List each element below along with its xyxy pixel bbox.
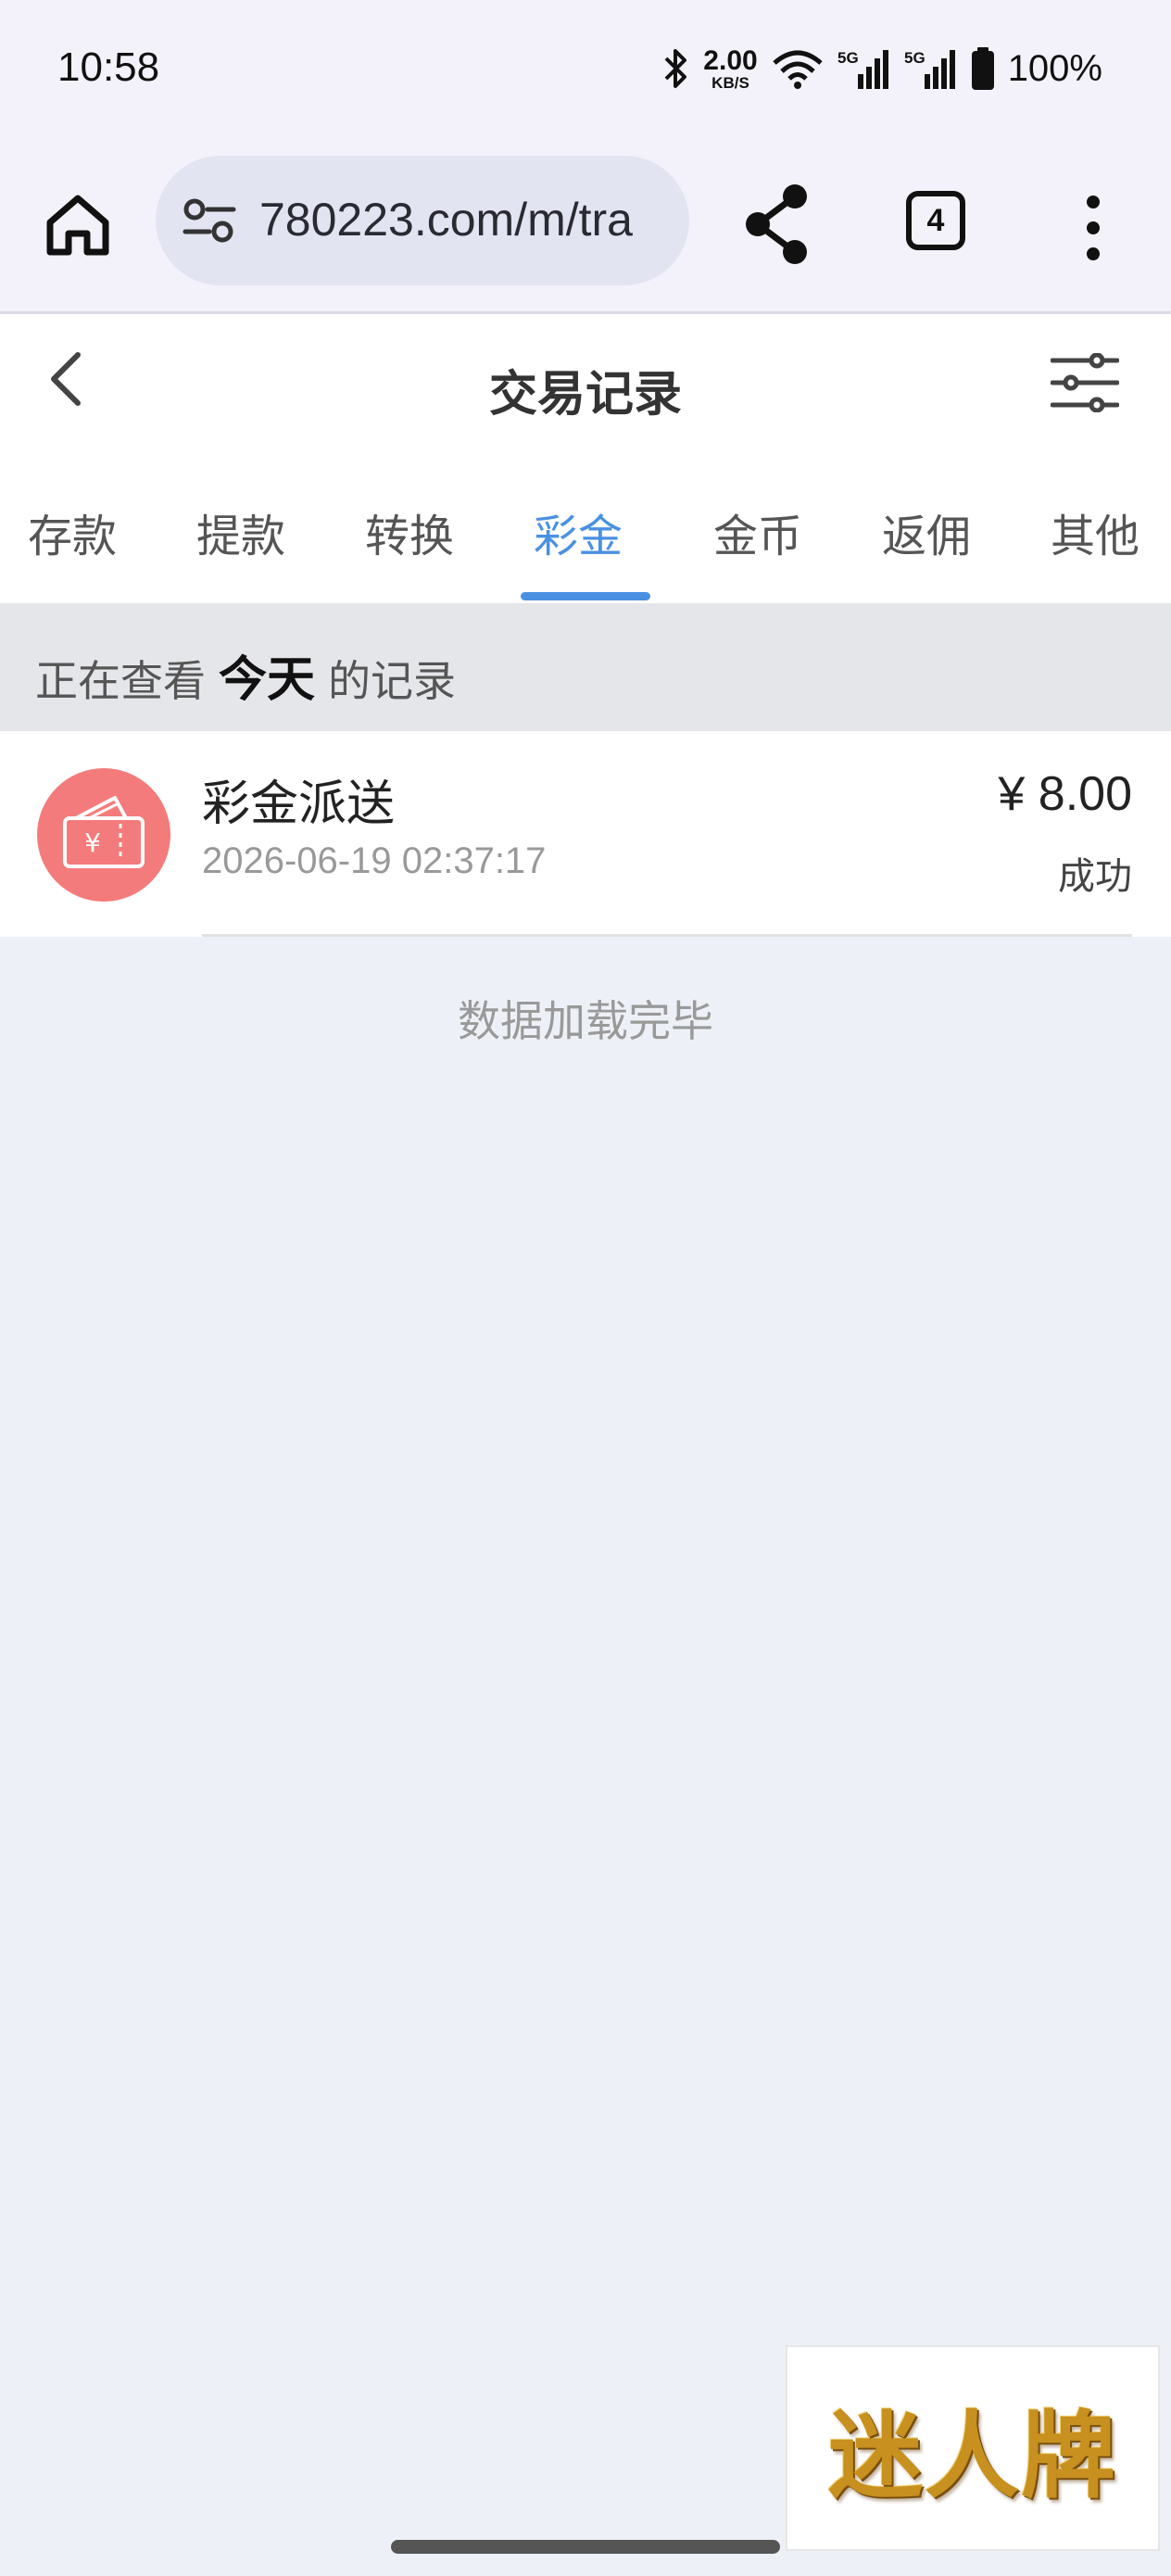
home-icon[interactable]: [41, 187, 115, 261]
wifi-icon: [773, 50, 823, 89]
active-tab-indicator: [521, 592, 650, 600]
load-complete-text: 数据加载完毕: [458, 996, 713, 1046]
share-icon[interactable]: [741, 180, 812, 269]
tab-deposit[interactable]: 存款: [28, 499, 117, 564]
page-title: 交易记录: [488, 367, 682, 423]
record-time: 2026-06-19 02:37:17: [202, 840, 547, 881]
battery-percent: 100%: [1007, 47, 1102, 89]
record-amount: ¥ 8.00: [998, 767, 1132, 821]
tab-rebate[interactable]: 返佣: [882, 499, 971, 564]
tab-bonus[interactable]: 彩金: [534, 499, 623, 564]
watermark-text: 迷人牌: [828, 2400, 1117, 2512]
tab-coins[interactable]: 金币: [713, 499, 802, 564]
network-speed: 2.00 KB/S: [703, 44, 758, 92]
list-item[interactable]: ¥ 彩金派送 2026-06-19 02:37:17 ¥ 8.00 成功: [0, 731, 1171, 937]
page-header: 交易记录: [0, 314, 1171, 444]
gesture-bar[interactable]: [391, 2540, 780, 2554]
status-time: 10:58: [57, 44, 160, 90]
browser-toolbar: 780223.com/m/tra 4: [0, 139, 1171, 314]
url-text[interactable]: 780223.com/m/tra: [259, 193, 669, 246]
site-settings-icon[interactable]: [182, 196, 237, 245]
divider: [202, 934, 1132, 937]
svg-text:5G: 5G: [837, 49, 859, 67]
svg-text:¥: ¥: [84, 827, 101, 858]
tab-switcher-button[interactable]: 4: [906, 191, 965, 250]
status-icons: 2.00 KB/S 5G 5G 100%: [662, 41, 1102, 96]
tab-transfer[interactable]: 转换: [365, 499, 454, 564]
tab-other[interactable]: 其他: [1051, 499, 1140, 564]
more-menu-icon[interactable]: [1071, 191, 1115, 265]
tab-withdraw[interactable]: 提款: [196, 499, 285, 564]
red-envelope-icon: ¥: [37, 768, 170, 902]
address-bar[interactable]: 780223.com/m/tra: [156, 156, 689, 285]
category-tabs: 存款 提款 转换 彩金 金币 返佣 其他: [0, 444, 1171, 603]
signal-icon: 5G: [837, 49, 888, 89]
bluetooth-icon: [664, 49, 687, 88]
signal-icon: 5G: [904, 49, 955, 89]
filter-icon[interactable]: [1051, 353, 1119, 412]
svg-text:5G: 5G: [904, 49, 925, 67]
viewing-period-bar: 正在查看 今天 的记录: [0, 603, 1171, 731]
status-bar: 10:58 2.00 KB/S 5G 5G 100%: [0, 0, 1171, 139]
record-title: 彩金派送: [202, 777, 396, 832]
battery-icon: [971, 47, 994, 90]
watermark: 迷人牌: [786, 2345, 1160, 2551]
viewing-period-value: 今天: [219, 652, 316, 708]
record-status: 成功: [1058, 855, 1132, 898]
viewing-period-text: 正在查看 今天 的记录: [35, 652, 457, 708]
